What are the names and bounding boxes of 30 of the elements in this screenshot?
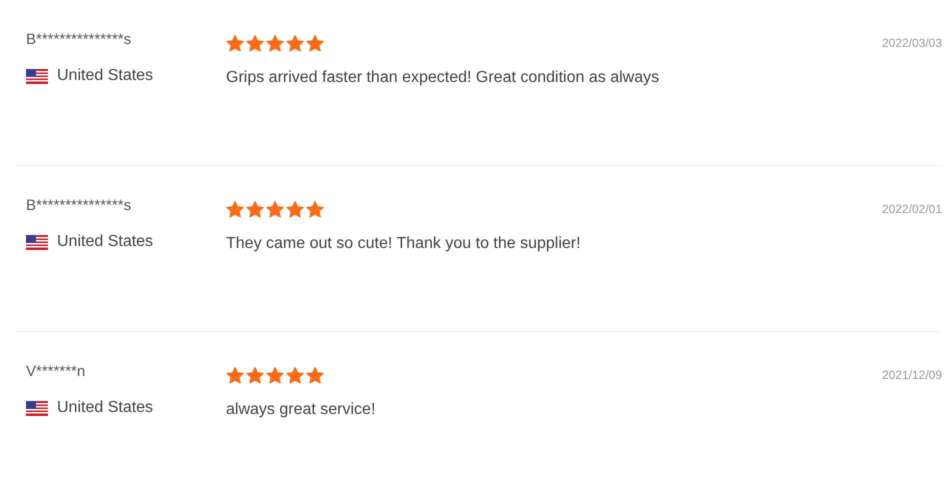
reviewer-name: B***************s	[26, 31, 132, 49]
star-icon	[266, 35, 284, 52]
star-icon	[226, 35, 244, 52]
flag-icon	[26, 68, 48, 84]
review-text: Grips arrived faster than expected! Great condition as always	[226, 68, 660, 88]
star-icon	[266, 367, 284, 384]
country-name: United States	[57, 398, 154, 418]
star-icon	[306, 367, 324, 384]
star-icon	[286, 35, 304, 52]
star-icon	[286, 201, 304, 218]
review-date: 2021/12/09	[882, 367, 942, 382]
star-icon	[226, 367, 244, 384]
star-icon	[286, 367, 304, 384]
review-text: always great service!	[226, 400, 376, 420]
reviewer-name: B***************s	[26, 197, 132, 215]
review-date: 2022/02/01	[882, 201, 942, 216]
star-icon	[246, 201, 264, 218]
country-name: United States	[57, 66, 154, 86]
country-name: United States	[57, 232, 154, 252]
star-icon	[226, 201, 244, 218]
review-date: 2022/03/03	[882, 35, 942, 50]
star-icon	[246, 35, 264, 52]
flag-icon	[26, 400, 48, 416]
star-icon	[266, 201, 284, 218]
star-icon	[306, 201, 324, 218]
reviewer-name: V*******n	[26, 363, 86, 381]
star-icon	[246, 367, 264, 384]
flag-icon	[26, 234, 48, 250]
star-icon	[306, 35, 324, 52]
review-text: They came out so cute! Thank you to the supplier!	[226, 234, 582, 254]
